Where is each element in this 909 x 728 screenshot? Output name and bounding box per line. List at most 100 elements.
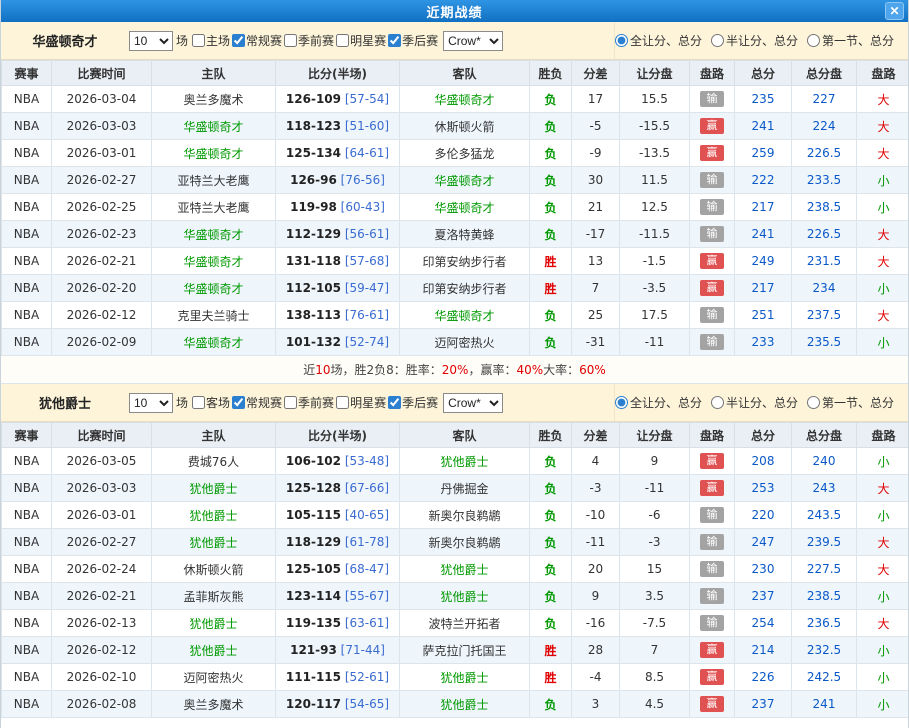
handicap-result-cell: 赢: [690, 637, 735, 664]
odds-source-select[interactable]: Crow*: [443, 393, 503, 413]
checkbox-input[interactable]: [284, 34, 297, 47]
league-cell: NBA: [2, 86, 52, 113]
game-row: NBA2026-02-21孟菲斯灰熊123-114 [55-67]犹他爵士负93…: [2, 583, 909, 610]
stat-mode-radio-2[interactable]: 第一节、总分: [807, 32, 894, 49]
result-cell: 负: [530, 610, 572, 637]
filter-checkbox-4[interactable]: 季后赛: [388, 32, 438, 49]
panel-titlebar: 近期战绩 ✕: [1, 0, 908, 22]
checkbox-label: 季后赛: [402, 32, 438, 49]
score-cell: 101-132 [52-74]: [276, 329, 400, 356]
game-row: NBA2026-02-23华盛顿奇才112-129 [56-61]夏洛特黄蜂负-…: [2, 221, 909, 248]
away-team-cell: 新奥尔良鹈鹕: [400, 529, 530, 556]
checkbox-input[interactable]: [192, 34, 205, 47]
date-cell: 2026-02-21: [52, 583, 152, 610]
over-under-cell: 大: [857, 475, 909, 502]
handicap-line-cell: -13.5: [620, 140, 690, 167]
radio-input[interactable]: [807, 396, 820, 409]
close-icon[interactable]: ✕: [885, 2, 904, 20]
total-line-cell: 243.5: [792, 502, 857, 529]
game-row: NBA2026-02-09华盛顿奇才101-132 [52-74]迈阿密热火负-…: [2, 329, 909, 356]
checkbox-input[interactable]: [336, 34, 349, 47]
checkbox-input[interactable]: [388, 34, 401, 47]
league-cell: NBA: [2, 502, 52, 529]
games-count-select[interactable]: 10: [129, 31, 173, 51]
away-team-cell: 丹佛掘金: [400, 475, 530, 502]
over-under-cell: 小: [857, 664, 909, 691]
handicap-line-cell: 12.5: [620, 194, 690, 221]
stat-mode-radio-1[interactable]: 半让分、总分: [711, 394, 798, 411]
radio-input[interactable]: [711, 34, 724, 47]
home-team-cell: 犹他爵士: [152, 502, 276, 529]
team-name: 华盛顿奇才: [1, 31, 129, 50]
filter-checkbox-4[interactable]: 季后赛: [388, 394, 438, 411]
over-under-cell: 小: [857, 637, 909, 664]
home-team-cell: 亚特兰大老鹰: [152, 167, 276, 194]
games-count-select[interactable]: 10: [129, 393, 173, 413]
score-cell: 112-129 [56-61]: [276, 221, 400, 248]
checkbox-label: 明星赛: [350, 394, 386, 411]
checkbox-input[interactable]: [232, 34, 245, 47]
column-header: 客队: [400, 423, 530, 448]
total-line-cell: 226.5: [792, 221, 857, 248]
stat-mode-radio-0[interactable]: 全让分、总分: [615, 32, 702, 49]
result-cell: 负: [530, 86, 572, 113]
radio-input[interactable]: [615, 34, 628, 47]
home-team-cell: 华盛顿奇才: [152, 329, 276, 356]
filter-checkbox-0[interactable]: 客场: [192, 394, 230, 411]
checkbox-label: 季前赛: [298, 32, 334, 49]
stat-mode-radios: 全让分、总分半让分、总分第一节、总分: [614, 22, 908, 59]
league-cell: NBA: [2, 302, 52, 329]
score-cell: 125-134 [64-61]: [276, 140, 400, 167]
total-points-cell: 226: [735, 664, 792, 691]
filter-checkbox-2[interactable]: 季前赛: [284, 32, 334, 49]
handicap-line-cell: -3.5: [620, 275, 690, 302]
radio-input[interactable]: [615, 396, 628, 409]
total-points-cell: 249: [735, 248, 792, 275]
radio-input[interactable]: [807, 34, 820, 47]
away-team-cell: 迈阿密热火: [400, 329, 530, 356]
column-header: 盘路: [690, 61, 735, 86]
summary-segment: ，赢率：: [468, 361, 516, 378]
away-team-cell: 夏洛特黄蜂: [400, 221, 530, 248]
column-header: 赛事: [2, 61, 52, 86]
result-cell: 胜: [530, 248, 572, 275]
filter-checkbox-3[interactable]: 明星赛: [336, 394, 386, 411]
odds-source-select[interactable]: Crow*: [443, 31, 503, 51]
stat-mode-radios: 全让分、总分半让分、总分第一节、总分: [614, 384, 908, 421]
away-team-cell: 休斯顿火箭: [400, 113, 530, 140]
date-cell: 2026-03-01: [52, 502, 152, 529]
handicap-line-cell: -6: [620, 502, 690, 529]
filter-checkbox-0[interactable]: 主场: [192, 32, 230, 49]
summary-segment: 场，胜2负8：胜率：: [330, 361, 441, 378]
date-cell: 2026-03-03: [52, 475, 152, 502]
result-cell: 负: [530, 329, 572, 356]
score-cell: 131-118 [57-68]: [276, 248, 400, 275]
filter-checkbox-3[interactable]: 明星赛: [336, 32, 386, 49]
league-cell: NBA: [2, 329, 52, 356]
handicap-result-cell: 输: [690, 221, 735, 248]
filter-checkbox-1[interactable]: 常规赛: [232, 394, 282, 411]
handicap-result-cell: 输: [690, 167, 735, 194]
header-row: 赛事比赛时间主队比分(半场)客队胜负分差让分盘盘路总分总分盘盘路: [2, 61, 909, 86]
checkbox-input[interactable]: [388, 396, 401, 409]
total-line-cell: 235.5: [792, 329, 857, 356]
column-header: 胜负: [530, 423, 572, 448]
checkbox-input[interactable]: [232, 396, 245, 409]
filter-checkbox-1[interactable]: 常规赛: [232, 32, 282, 49]
score-cell: 126-109 [57-54]: [276, 86, 400, 113]
checkbox-input[interactable]: [192, 396, 205, 409]
away-team-cell: 华盛顿奇才: [400, 302, 530, 329]
checkbox-input[interactable]: [336, 396, 349, 409]
away-team-cell: 犹他爵士: [400, 448, 530, 475]
stat-mode-radio-2[interactable]: 第一节、总分: [807, 394, 894, 411]
filter-checkbox-2[interactable]: 季前赛: [284, 394, 334, 411]
column-header: 总分: [735, 61, 792, 86]
league-cell: NBA: [2, 113, 52, 140]
checkbox-input[interactable]: [284, 396, 297, 409]
stat-mode-radio-0[interactable]: 全让分、总分: [615, 394, 702, 411]
stat-mode-radio-1[interactable]: 半让分、总分: [711, 32, 798, 49]
home-team-cell: 犹他爵士: [152, 475, 276, 502]
column-header: 总分盘: [792, 61, 857, 86]
margin-cell: -17: [572, 221, 620, 248]
radio-input[interactable]: [711, 396, 724, 409]
